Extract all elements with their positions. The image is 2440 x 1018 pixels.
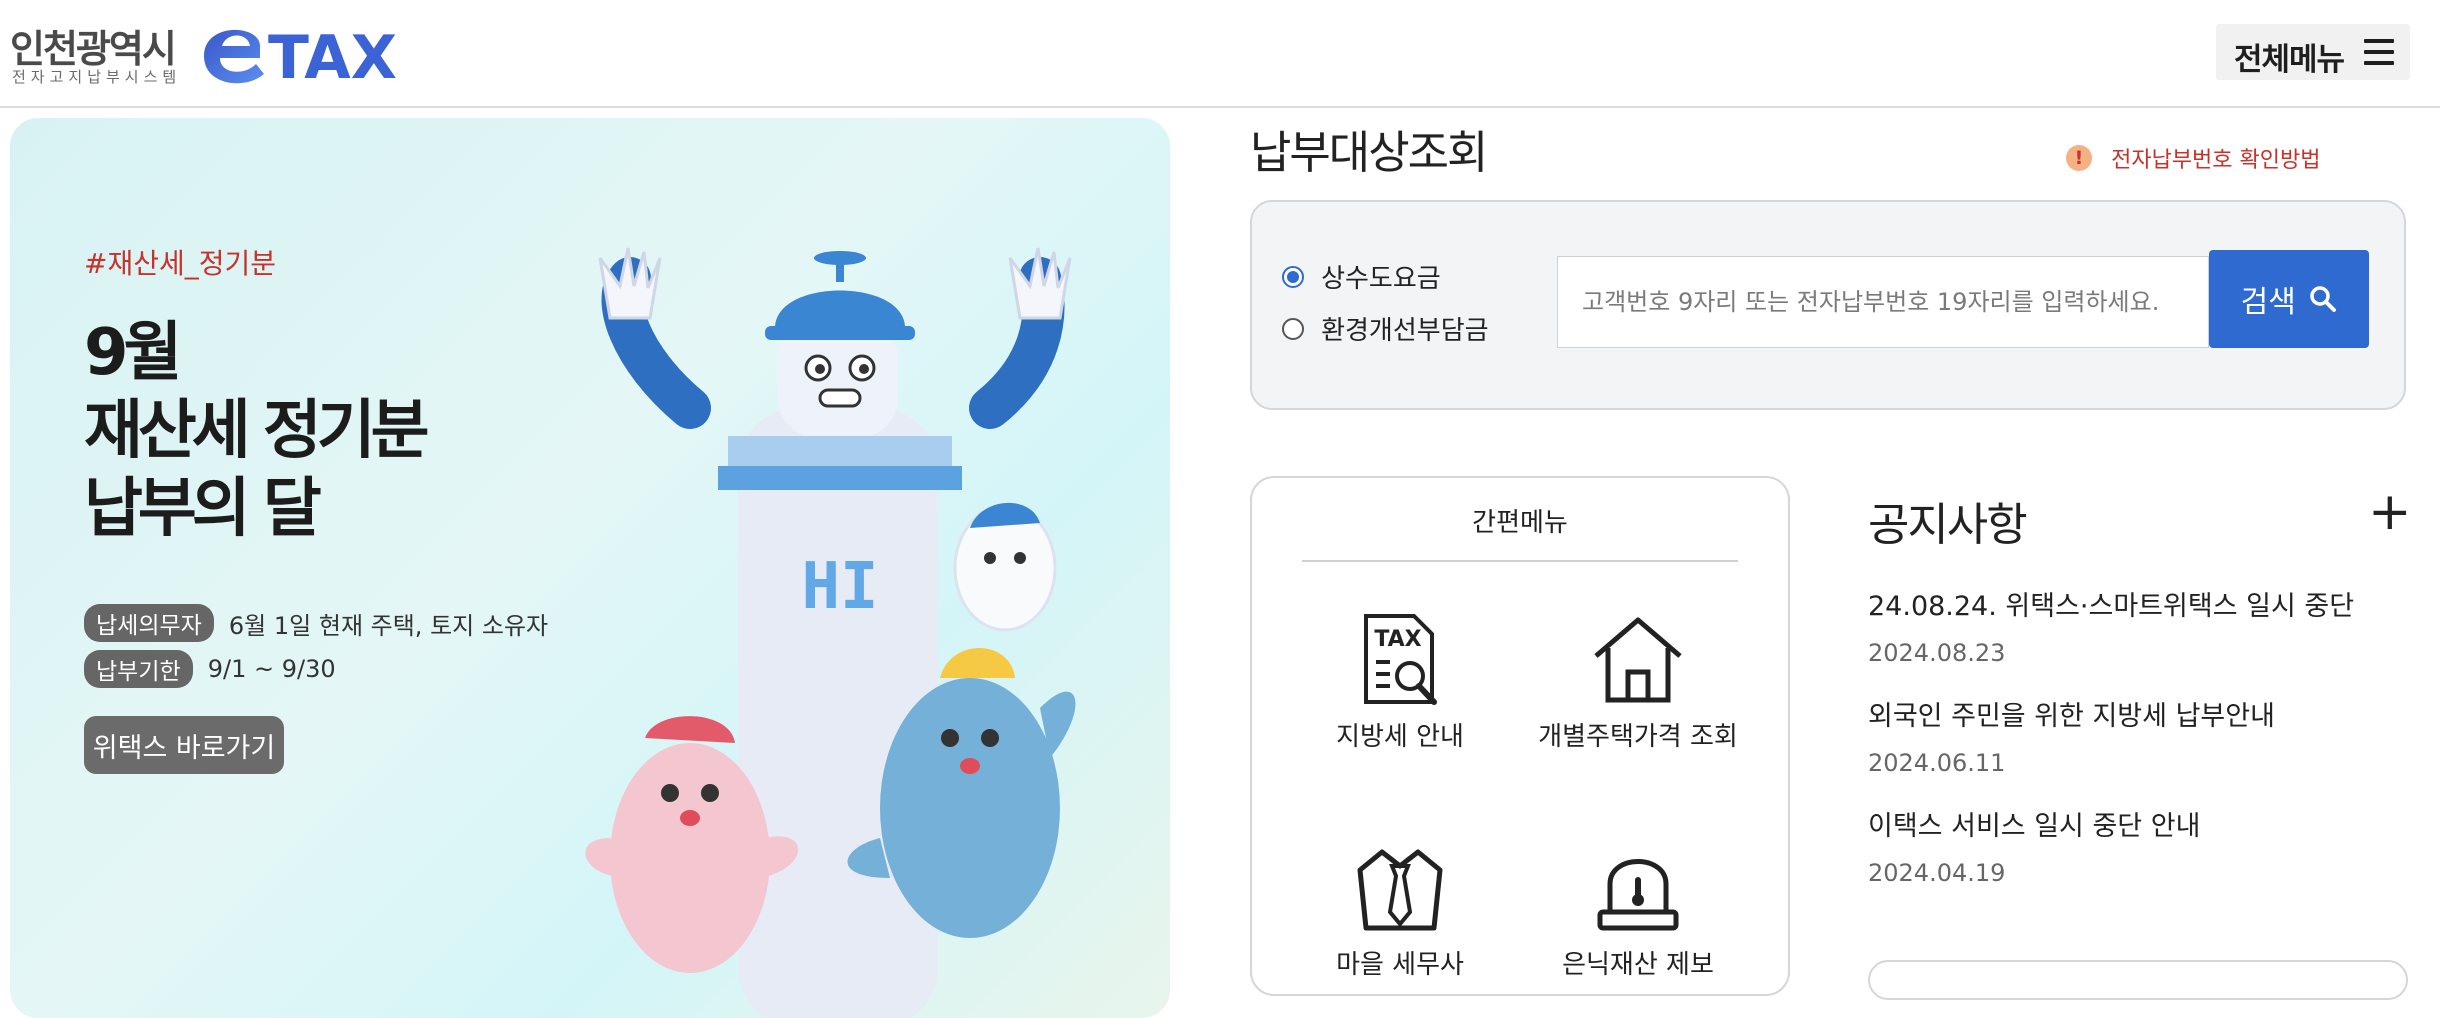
radio-water-fee[interactable]: 상수도요금 bbox=[1282, 258, 1441, 295]
headline-line: 재산세 정기분 bbox=[84, 394, 430, 468]
info-text: 9/1 ~ 9/30 bbox=[207, 655, 336, 683]
quick-item-house-price[interactable]: 개별주택가격 조회 bbox=[1538, 612, 1738, 756]
full-menu-label: 전체메뉴 bbox=[2234, 42, 2345, 77]
notice-date: 2024.04.19 bbox=[1868, 859, 2006, 887]
tie-icon bbox=[1357, 849, 1443, 931]
radio-button-checked[interactable] bbox=[1282, 265, 1304, 288]
notice-date: 2024.06.11 bbox=[1868, 749, 2006, 777]
lookup-form: 상수도요금 환경개선부담금 검색 bbox=[1250, 200, 2406, 410]
notice-title: 이택스 서비스 일시 중단 안내 bbox=[1868, 811, 2201, 842]
lower-panel-edge bbox=[1868, 960, 2408, 1000]
info-pill: 납세의무자 bbox=[84, 604, 214, 642]
quick-item-label: 마을 세무사 bbox=[1336, 950, 1464, 980]
wetax-shortcut-button[interactable]: 위택스 바로가기 bbox=[84, 716, 284, 774]
notice-item[interactable]: 외국인 주민을 위한 지방세 납부안내 2024.06.11 bbox=[1868, 694, 2275, 777]
more-notices-plus-icon[interactable]: + bbox=[2368, 484, 2412, 540]
etax-logo-icon: TAX bbox=[204, 23, 397, 92]
banner-tag: #재산세_정기분 bbox=[84, 247, 277, 280]
notices-title: 공지사항 bbox=[1868, 498, 2028, 551]
full-menu-button[interactable]: 전체메뉴 bbox=[2216, 24, 2410, 80]
notice-item[interactable]: 24.08.24. 위택스·스마트위택스 일시 중단 2024.08.23 bbox=[1868, 584, 2354, 667]
search-icon bbox=[2310, 286, 2337, 312]
info-text: 6월 1일 현재 주택, 토지 소유자 bbox=[228, 611, 549, 640]
svg-text:TAX: TAX bbox=[1374, 627, 1421, 652]
search-label: 검색 bbox=[2240, 285, 2296, 320]
lookup-title: 납부대상조회 bbox=[1250, 126, 1488, 179]
headline-line: 납부의 달 bbox=[84, 472, 322, 546]
radio-label: 환경개선부담금 bbox=[1321, 316, 1489, 346]
notice-title: 외국인 주민을 위한 지방세 납부안내 bbox=[1868, 701, 2275, 732]
radio-button[interactable] bbox=[1282, 317, 1304, 340]
tax-doc-icon: TAX bbox=[1364, 614, 1437, 705]
hamburger-icon bbox=[2364, 39, 2394, 65]
logo-city-text: 인천광역시 bbox=[10, 27, 177, 71]
payment-number-help-link[interactable]: ! 전자납부번호 확인방법 bbox=[2066, 142, 2321, 174]
warning-icon: ! bbox=[2066, 145, 2092, 171]
notice-title: 24.08.24. 위택스·스마트위택스 일시 중단 bbox=[1868, 591, 2355, 622]
quick-item-label: 개별주택가격 조회 bbox=[1538, 722, 1738, 752]
quick-item-village-tax-advisor[interactable]: 마을 세무사 bbox=[1300, 840, 1500, 984]
info-pill: 납부기한 bbox=[84, 650, 193, 688]
quick-item-label: 지방세 안내 bbox=[1336, 722, 1464, 752]
house-icon bbox=[1594, 617, 1682, 703]
quick-menu-panel: 간편메뉴 TAX 지방세 안내 개별주택가격 조회 마을 세무사 은닉재산 제보 bbox=[1250, 476, 1790, 996]
radio-environment-charge[interactable]: 환경개선부담금 bbox=[1282, 310, 1489, 347]
quick-menu-title: 간편메뉴 bbox=[1472, 508, 1568, 538]
quick-item-hidden-assets-report[interactable]: 은닉재산 제보 bbox=[1538, 840, 1738, 984]
payment-number-input[interactable] bbox=[1557, 256, 2209, 348]
svg-text:TAX: TAX bbox=[268, 23, 397, 92]
header: 인천광역시 전자고지납부시스템 TAX 전체메뉴 bbox=[0, 0, 2440, 108]
logo-subtitle: 전자고지납부시스템 bbox=[12, 68, 182, 86]
promo-banner[interactable]: #재산세_정기분 9월 재산세 정기분 납부의 달 납세의무자 6월 1일 현재… bbox=[10, 118, 1170, 1018]
mascot-illustration: HI bbox=[585, 247, 1076, 1018]
notice-item[interactable]: 이택스 서비스 일시 중단 안내 2024.04.19 bbox=[1868, 804, 2200, 887]
info-row-taxpayer: 납세의무자 6월 1일 현재 주택, 토지 소유자 bbox=[84, 604, 548, 642]
quick-item-label: 은닉재산 제보 bbox=[1562, 950, 1714, 980]
help-link-label: 전자납부번호 확인방법 bbox=[2111, 148, 2321, 173]
svg-text:HI: HI bbox=[801, 550, 878, 624]
search-button[interactable]: 검색 bbox=[2209, 250, 2369, 348]
quick-item-local-tax[interactable]: TAX 지방세 안내 bbox=[1300, 612, 1500, 756]
siren-icon bbox=[1597, 859, 1679, 931]
divider bbox=[1302, 560, 1738, 562]
logo[interactable]: 인천광역시 전자고지납부시스템 TAX bbox=[8, 14, 408, 94]
notice-date: 2024.08.23 bbox=[1868, 639, 2006, 667]
banner-headline: 9월 재산세 정기분 납부의 달 bbox=[84, 314, 604, 548]
info-row-deadline: 납부기한 9/1 ~ 9/30 bbox=[84, 650, 336, 688]
headline-line: 9월 bbox=[84, 316, 182, 390]
radio-label: 상수도요금 bbox=[1321, 264, 1441, 294]
